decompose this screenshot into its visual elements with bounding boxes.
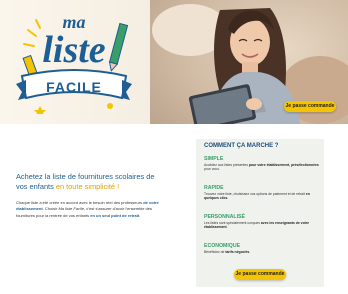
- intro-body-text: .: [139, 212, 141, 218]
- feature-description-text: .: [226, 225, 228, 230]
- feature-name: RAPIDE: [204, 185, 224, 191]
- intro-body-emphasis: en un seul point de retrait: [90, 212, 140, 218]
- feature-description-text: Accédez aux listes présentes: [204, 163, 249, 167]
- intro-body: Chaque liste a été créée en accord avec …: [16, 200, 166, 219]
- how-it-works-card: COMMENT ÇA MARCHE ? SIMPLE Accédez aux l…: [196, 139, 324, 287]
- feature-description-emphasis: tarifs négociés: [225, 250, 250, 254]
- feature-description-text: pour vous.: [204, 167, 220, 172]
- feature-description: Bénéficiez de tarifs négociés.: [204, 250, 320, 254]
- feature-description: Trouvez votre liste, choisissez vos opti…: [204, 192, 320, 201]
- intro-body-text: Chaque liste a été créée en accord avec …: [16, 200, 144, 205]
- feature-description-text: Les listes sont spécialement conçues: [204, 221, 261, 225]
- ma-liste-facile-logo: ma liste FACILE: [16, 12, 132, 114]
- order-button-card[interactable]: Je passe commande: [234, 269, 286, 280]
- intro-body-brand: Ma liste Facile: [58, 206, 85, 212]
- feature-personnalise: PERSONNALISÉ Les listes sont spécialemen…: [204, 214, 320, 230]
- feature-description-text: .: [227, 196, 229, 201]
- feature-description-text: Trouvez votre liste, choisissez vos opti…: [204, 192, 306, 196]
- hero-banner: ma liste FACILE Je passe commande: [0, 0, 348, 124]
- feature-name: ECONOMIQUE: [204, 243, 241, 249]
- card-title: COMMENT ÇA MARCHE ?: [204, 143, 279, 149]
- logo-word-facile: FACILE: [46, 79, 102, 95]
- feature-description: Accédez aux listes présentes pour votre …: [204, 163, 320, 172]
- feature-name: PERSONNALISÉ: [204, 214, 245, 220]
- feature-description-text: Bénéficiez de: [204, 250, 226, 254]
- feature-simple: SIMPLE Accédez aux listes présentes pour…: [204, 156, 320, 172]
- feature-description-text: .: [249, 250, 251, 254]
- feature-economique: ECONOMIQUE Bénéficiez de tarifs négociés…: [204, 243, 320, 254]
- order-button-hero[interactable]: Je passe commande: [284, 101, 336, 112]
- feature-rapide: RAPIDE Trouvez votre liste, choisissez v…: [204, 185, 320, 201]
- intro-title: Achetez la liste de fournitures scolaire…: [16, 172, 166, 192]
- feature-description-emphasis: pour votre établissement, présélectionné…: [248, 163, 319, 167]
- logo-word-liste: liste: [42, 29, 105, 71]
- feature-description: Les listes sont spécialement conçues ave…: [204, 221, 320, 230]
- intro-section: Achetez la liste de fournitures scolaire…: [16, 172, 166, 219]
- intro-body-text: . Choisir: [42, 206, 59, 212]
- feature-name: SIMPLE: [204, 156, 224, 162]
- intro-title-highlight: en toute simplicité !: [55, 182, 120, 191]
